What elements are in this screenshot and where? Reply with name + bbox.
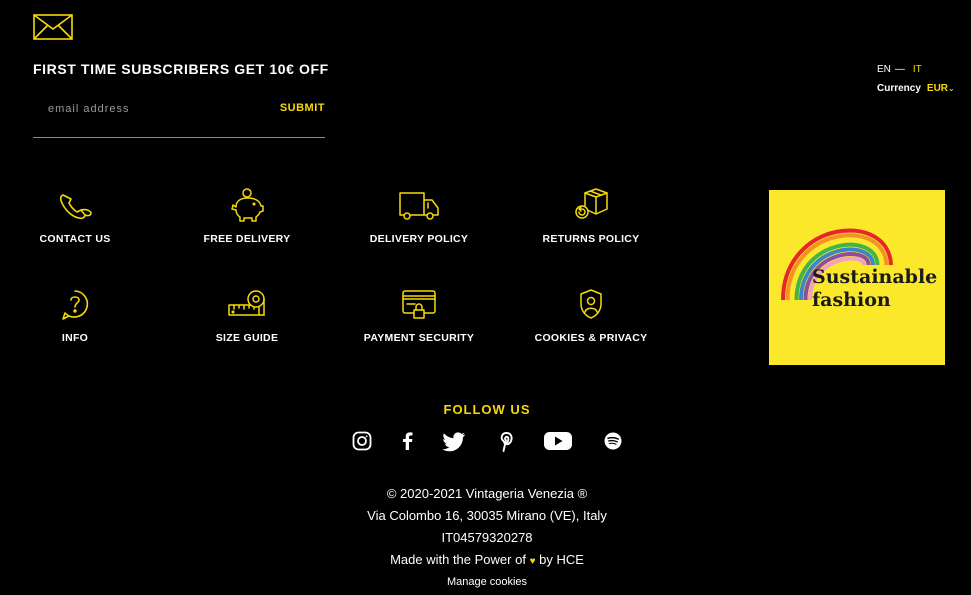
service-label: INFO xyxy=(61,332,89,344)
service-label: CONTACT US xyxy=(39,233,111,245)
secure-card-icon xyxy=(399,286,439,326)
service-label: SIZE GUIDE xyxy=(215,332,279,344)
currency-selector[interactable]: Currency EUR⌄ xyxy=(877,83,955,94)
currency-label: Currency xyxy=(877,83,921,94)
email-input[interactable] xyxy=(46,98,260,120)
service-contact-us[interactable]: CONTACT US xyxy=(0,187,155,245)
service-cookies-privacy[interactable]: COOKIES & PRIVACY xyxy=(511,286,671,344)
newsletter-form: SUBMIT xyxy=(33,96,325,138)
return-box-icon xyxy=(571,187,611,227)
piggy-bank-icon xyxy=(227,187,267,227)
service-label: RETURNS POLICY xyxy=(542,233,640,245)
chevron-down-icon: ⌄ xyxy=(948,84,955,93)
lang-en-link[interactable]: EN xyxy=(877,64,891,75)
service-delivery-policy[interactable]: DELIVERY POLICY xyxy=(339,187,499,245)
made-with-line: Made with the Power of ♥ by HCE xyxy=(0,552,971,567)
service-returns-policy[interactable]: RETURNS POLICY xyxy=(511,187,671,245)
sustainable-fashion-badge[interactable]: Sustainable fashion xyxy=(769,190,945,365)
instagram-icon[interactable] xyxy=(352,428,372,454)
newsletter-title: FIRST TIME SUBSCRIBERS GET 10€ OFF xyxy=(33,61,329,77)
phone-icon xyxy=(55,187,95,227)
made-by-link[interactable]: by HCE xyxy=(539,552,584,567)
service-size-guide[interactable]: SIZE GUIDE xyxy=(167,286,327,344)
service-label: DELIVERY POLICY xyxy=(369,233,469,245)
question-icon xyxy=(55,286,95,326)
currency-value[interactable]: EUR xyxy=(927,83,948,94)
measuring-tape-icon xyxy=(227,286,267,326)
pinterest-icon[interactable] xyxy=(497,428,515,454)
manage-cookies-link[interactable]: Manage cookies xyxy=(0,576,971,588)
service-free-delivery[interactable]: FREE DELIVERY xyxy=(167,187,327,245)
youtube-icon[interactable] xyxy=(543,428,573,454)
follow-us-title: FOLLOW US xyxy=(443,402,531,417)
copyright-text: © 2020-2021 Vintageria Venezia ® xyxy=(386,486,588,501)
facebook-icon[interactable] xyxy=(400,428,414,454)
lang-separator: — xyxy=(894,64,905,75)
spotify-icon[interactable] xyxy=(603,428,623,454)
heart-icon: ♥ xyxy=(529,556,536,567)
service-label: PAYMENT SECURITY xyxy=(363,332,475,344)
service-label: FREE DELIVERY xyxy=(203,233,291,245)
service-info[interactable]: INFO xyxy=(0,286,155,344)
service-payment-security[interactable]: PAYMENT SECURITY xyxy=(339,286,499,344)
envelope-icon xyxy=(33,14,73,40)
submit-button[interactable]: SUBMIT xyxy=(280,102,325,114)
badge-line2: fashion xyxy=(812,289,891,311)
delivery-truck-icon xyxy=(399,187,439,227)
lang-it-link[interactable]: IT xyxy=(913,64,922,75)
privacy-shield-icon xyxy=(571,286,611,326)
service-label: COOKIES & PRIVACY xyxy=(534,332,648,344)
vat-number: IT04579320278 xyxy=(441,530,533,545)
badge-line1: Sustainable xyxy=(812,266,937,288)
made-with-prefix: Made with the Power of xyxy=(390,552,526,567)
language-switcher: EN — IT xyxy=(877,64,922,75)
address-text: Via Colombo 16, 30035 Mirano (VE), Italy xyxy=(367,508,607,523)
twitter-icon[interactable] xyxy=(441,428,467,454)
